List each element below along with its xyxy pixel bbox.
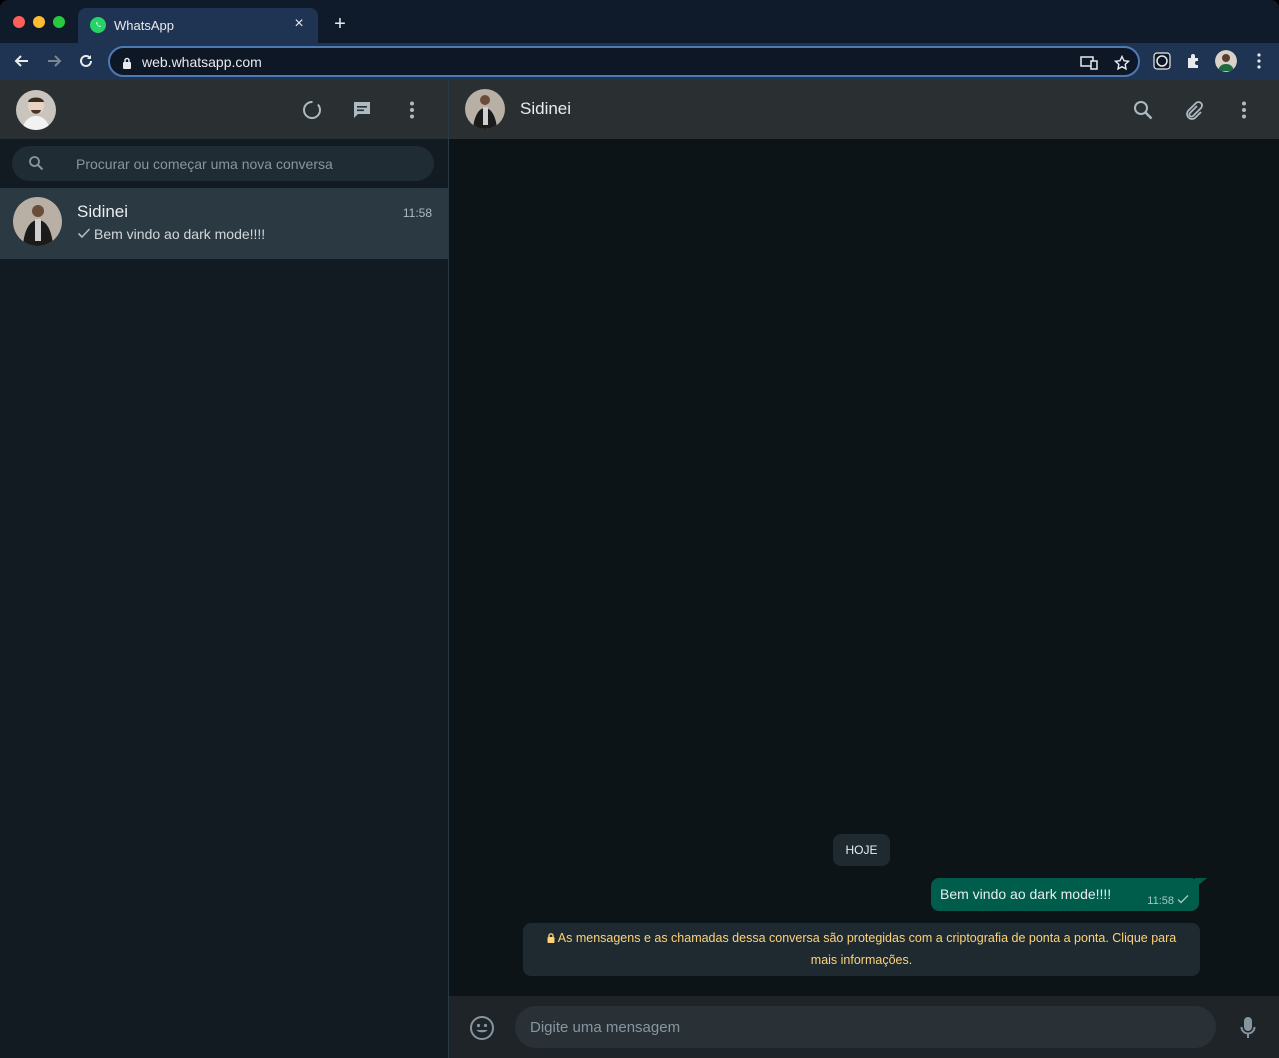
chat-name: Sidinei	[77, 202, 129, 221]
message-text: Bem vindo ao dark mode!!!!	[940, 886, 1112, 902]
chat-preview: Bem vindo ao dark mode!!!!	[77, 226, 265, 242]
message-input[interactable]	[515, 1006, 1216, 1048]
whatsapp-extension-icon[interactable]	[1151, 50, 1173, 72]
status-icon[interactable]	[300, 98, 324, 122]
search-icon[interactable]	[1131, 98, 1155, 122]
contact-name[interactable]: Sidinei	[520, 99, 571, 119]
new-tab-button[interactable]: +	[330, 14, 350, 34]
sidebar: Sidinei 11:58 Bem vindo ao dark mode!!!!	[0, 80, 449, 1058]
profile-avatar[interactable]	[1215, 50, 1237, 72]
whatsapp-icon	[90, 17, 106, 33]
search-input[interactable]	[76, 146, 416, 181]
date-divider: HOJE	[833, 834, 890, 866]
window-zoom-button[interactable]	[53, 16, 65, 28]
check-icon	[77, 226, 91, 242]
window-minimize-button[interactable]	[33, 16, 45, 28]
conversation-header: Sidinei	[449, 80, 1279, 139]
new-chat-icon[interactable]	[350, 98, 374, 122]
menu-kebab-icon[interactable]	[400, 98, 424, 122]
contact-avatar	[13, 197, 62, 246]
browser-tab-bar: WhatsApp × +	[0, 0, 1279, 43]
browser-toolbar: web.whatsapp.com	[0, 43, 1279, 80]
lock-icon	[547, 929, 555, 950]
search-icon	[28, 155, 44, 176]
cast-icon[interactable]	[1080, 54, 1098, 72]
tab-title: WhatsApp	[114, 18, 174, 33]
outgoing-message[interactable]: Bem vindo ao dark mode!!!! 11:58	[931, 878, 1199, 911]
browser-tab-whatsapp[interactable]: WhatsApp ×	[78, 8, 318, 43]
search-bar	[0, 139, 448, 188]
forward-icon[interactable]	[42, 49, 66, 73]
attach-icon[interactable]	[1181, 98, 1205, 122]
my-avatar[interactable]	[16, 90, 56, 130]
conversation-panel: Sidinei HOJE Bem vindo ao dark mode!!!! …	[449, 80, 1279, 1058]
whatsapp-app: Sidinei 11:58 Bem vindo ao dark mode!!!!…	[0, 80, 1279, 1058]
tab-close-icon[interactable]: ×	[290, 15, 308, 33]
menu-kebab-icon[interactable]	[1232, 98, 1256, 122]
encryption-notice-text: As mensagens e as chamadas dessa convers…	[557, 931, 1177, 967]
reload-icon[interactable]	[74, 49, 98, 73]
chat-list-item[interactable]: Sidinei 11:58 Bem vindo ao dark mode!!!!	[0, 188, 448, 259]
message-time: 11:58	[1147, 894, 1174, 907]
sidebar-header	[0, 80, 448, 139]
contact-header-avatar[interactable]	[465, 89, 505, 129]
puzzle-icon[interactable]	[1183, 50, 1205, 72]
message-meta: 11:58	[1147, 894, 1189, 907]
chat-preview-text: Bem vindo ao dark mode!!!!	[94, 226, 266, 242]
encryption-notice[interactable]: As mensagens e as chamadas dessa convers…	[523, 923, 1200, 976]
kebab-icon[interactable]	[1248, 50, 1270, 72]
emoji-icon[interactable]	[469, 1015, 495, 1041]
window-close-button[interactable]	[13, 16, 25, 28]
star-icon[interactable]	[1113, 54, 1131, 72]
lock-icon	[122, 56, 132, 74]
back-icon[interactable]	[10, 49, 34, 73]
url-text: web.whatsapp.com	[142, 54, 262, 70]
mic-icon[interactable]	[1235, 1015, 1261, 1041]
check-icon	[1177, 894, 1189, 907]
search-box[interactable]	[12, 146, 434, 181]
chat-time: 11:58	[402, 206, 432, 220]
address-bar[interactable]: web.whatsapp.com	[108, 46, 1140, 77]
compose-bar	[449, 996, 1279, 1058]
